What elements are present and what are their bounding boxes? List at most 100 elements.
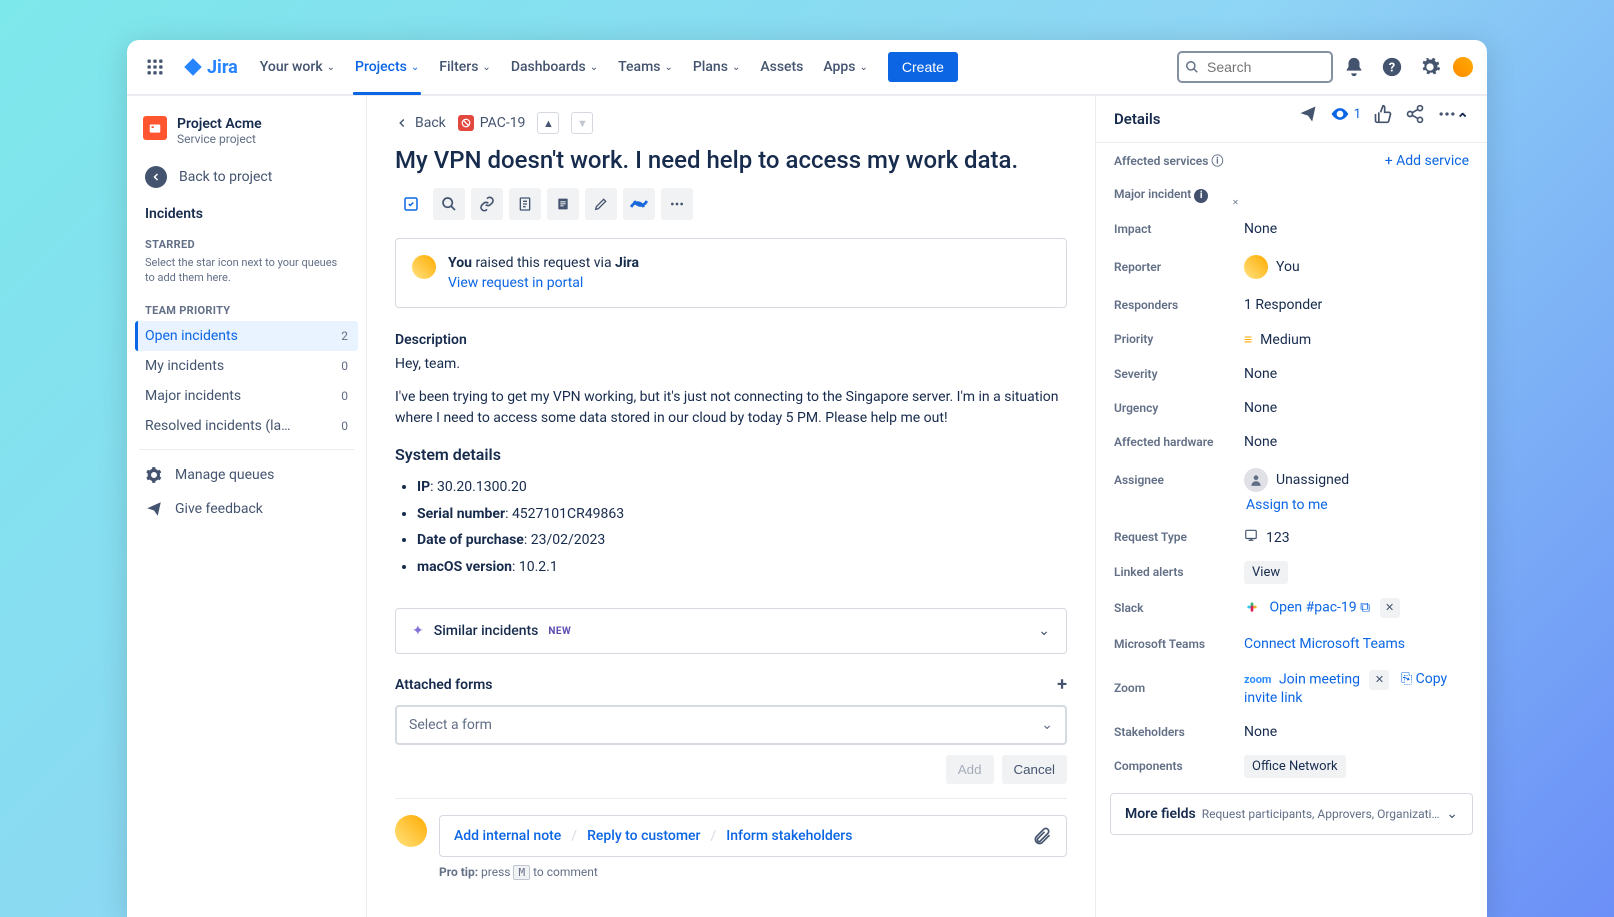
pen-button[interactable] (585, 188, 617, 220)
feedback-icon[interactable] (1298, 104, 1318, 124)
chevron-down-icon: ⌄ (482, 62, 490, 73)
jira-logo[interactable]: Jira (175, 57, 246, 78)
severity-label: Severity (1114, 367, 1244, 381)
comment-box[interactable]: Add internal note / Reply to customer / … (439, 815, 1067, 857)
chevron-up-icon: ⌃ (1456, 110, 1469, 128)
system-detail-item: IP: 30.20.1300.20 (417, 474, 1067, 501)
prev-issue-button[interactable]: ▲ (537, 112, 559, 134)
document-button[interactable] (547, 188, 579, 220)
add-content-button[interactable] (395, 188, 427, 220)
queue-count: 0 (341, 419, 348, 433)
search-input[interactable] (1177, 51, 1333, 83)
zoom-join-link[interactable]: Join meeting (1279, 671, 1360, 687)
request-raised-text: You raised this request via Jira (448, 255, 639, 271)
manage-queues-link[interactable]: Manage queues (135, 458, 358, 492)
nav-item-your-work[interactable]: Your work⌄ (250, 51, 345, 83)
assign-to-me-link[interactable]: Assign to me (1228, 497, 1487, 519)
priority-label: Priority (1114, 332, 1244, 346)
connect-teams-link[interactable]: Connect Microsoft Teams (1244, 636, 1469, 652)
zoom-remove-button[interactable]: ✕ (1369, 670, 1389, 690)
impact-label: Impact (1114, 222, 1244, 236)
nav-item-teams[interactable]: Teams⌄ (608, 51, 683, 83)
help-icon[interactable]: ? (1375, 50, 1409, 84)
team-priority-heading: TEAM PRIORITY (135, 294, 358, 321)
queue-count: 2 (341, 329, 348, 343)
reporter-avatar (1244, 255, 1268, 279)
search-box[interactable] (1177, 51, 1333, 83)
priority-value[interactable]: ≡Medium (1244, 331, 1469, 348)
system-details-list: IP: 30.20.1300.20Serial number: 4527101C… (395, 474, 1067, 580)
tab-inform-stakeholders[interactable]: Inform stakeholders (726, 828, 852, 844)
tab-internal-note[interactable]: Add internal note (454, 828, 561, 844)
microsoft-teams-label: Microsoft Teams (1114, 637, 1244, 651)
attachment-icon[interactable] (1032, 826, 1052, 846)
tab-reply-customer[interactable]: Reply to customer (587, 828, 700, 844)
cancel-form-button[interactable]: Cancel (1002, 755, 1068, 784)
add-form-button: Add (946, 755, 994, 784)
nav-item-plans[interactable]: Plans⌄ (683, 51, 750, 83)
nav-item-filters[interactable]: Filters⌄ (429, 51, 501, 83)
issue-title[interactable]: My VPN doesn't work. I need help to acce… (395, 146, 1067, 174)
queue-count: 0 (341, 389, 348, 403)
reporter-value[interactable]: You (1244, 255, 1469, 279)
stakeholders-value[interactable]: None (1244, 724, 1469, 740)
queue-item-my-incidents[interactable]: My incidents0 (135, 351, 358, 381)
request-type-value[interactable]: 123 (1244, 528, 1469, 546)
search-in-issue-button[interactable] (433, 188, 465, 220)
nav-item-projects[interactable]: Projects⌄ (345, 51, 429, 83)
view-request-portal-link[interactable]: View request in portal (448, 275, 639, 291)
form-select-dropdown[interactable]: Select a form ⌄ (395, 705, 1067, 745)
queue-count: 0 (341, 359, 348, 373)
similar-incidents-panel[interactable]: ✦ Similar incidents NEW ⌄ (395, 608, 1067, 654)
add-service-link[interactable]: + Add service (1385, 153, 1469, 169)
more-fields-panel[interactable]: More fields Request participants, Approv… (1110, 793, 1473, 835)
components-value[interactable]: Office Network (1244, 758, 1469, 774)
description-heading: Description (395, 332, 1067, 348)
settings-icon[interactable] (1413, 50, 1447, 84)
responders-value[interactable]: 1 Responder (1244, 297, 1469, 313)
create-button[interactable]: Create (888, 52, 958, 82)
zoom-label: Zoom (1114, 681, 1244, 695)
page-button[interactable] (509, 188, 541, 220)
nav-item-dashboards[interactable]: Dashboards⌄ (501, 51, 608, 83)
project-icon (143, 116, 167, 140)
next-issue-button[interactable]: ▼ (571, 112, 593, 134)
breadcrumb-back[interactable]: Back (395, 115, 446, 131)
hardware-value[interactable]: None (1244, 434, 1469, 450)
back-arrow-icon (145, 166, 167, 188)
queue-item-resolved-incidents-last-[interactable]: Resolved incidents (last ...0 (135, 411, 358, 441)
info-icon[interactable]: ⓘ (1211, 154, 1223, 168)
slack-remove-button[interactable]: ✕ (1380, 598, 1400, 618)
profile-avatar[interactable] (1451, 55, 1475, 79)
like-icon[interactable] (1373, 104, 1393, 124)
assignee-value[interactable]: Unassigned (1244, 468, 1469, 492)
share-icon[interactable] (1405, 104, 1425, 124)
request-info-box: You raised this request via Jira View re… (395, 238, 1067, 308)
more-actions-icon[interactable] (1437, 104, 1457, 124)
link-button[interactable] (471, 188, 503, 220)
svg-text:?: ? (1389, 61, 1395, 76)
queue-item-major-incidents[interactable]: Major incidents0 (135, 381, 358, 411)
queue-item-open-incidents[interactable]: Open incidents2 (135, 321, 358, 351)
requester-avatar (412, 255, 436, 279)
slack-open-link[interactable]: Open #pac-19 ⧉ (1269, 599, 1370, 615)
urgency-value[interactable]: None (1244, 400, 1469, 416)
add-form-icon[interactable]: + (1057, 674, 1067, 695)
notifications-icon[interactable] (1337, 50, 1371, 84)
confluence-button[interactable] (623, 188, 655, 220)
nav-item-assets[interactable]: Assets (750, 51, 813, 83)
give-feedback-link[interactable]: Give feedback (135, 492, 358, 526)
linked-alerts-value[interactable]: View (1244, 564, 1469, 580)
issue-key[interactable]: PAC-19 (458, 115, 526, 131)
issue-toolbar (395, 188, 1067, 220)
severity-value[interactable]: None (1244, 366, 1469, 382)
more-toolbar-button[interactable] (661, 188, 693, 220)
request-type-icon (1244, 530, 1258, 546)
watch-button[interactable]: 1 (1330, 104, 1361, 124)
app-switcher-icon[interactable] (139, 51, 171, 83)
urgency-label: Urgency (1114, 401, 1244, 415)
nav-item-apps[interactable]: Apps⌄ (813, 51, 878, 83)
back-to-project-link[interactable]: Back to project (135, 158, 358, 196)
project-header[interactable]: Project Acme Service project (135, 112, 358, 158)
impact-value[interactable]: None (1244, 221, 1469, 237)
